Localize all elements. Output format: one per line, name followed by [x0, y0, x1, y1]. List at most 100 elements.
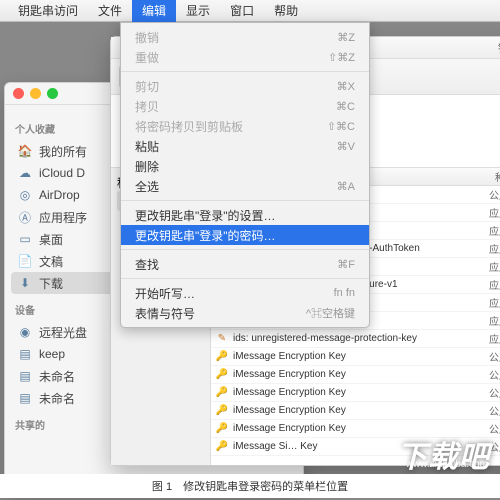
item-name: iMessage Encryption Key	[233, 387, 489, 398]
home-icon: 🏠	[17, 143, 33, 159]
minimize-icon[interactable]	[30, 88, 41, 99]
menu-item[interactable]: 全选 ⌘A	[121, 176, 369, 196]
item-name: iMessage Encryption Key	[233, 351, 489, 362]
menu-钥匙串访问[interactable]: 钥匙串访问	[8, 0, 88, 22]
cloud-icon: ☁	[17, 165, 33, 181]
list-row[interactable]: 🔑 iMessage Encryption Key公用	[211, 348, 500, 366]
menu-item[interactable]: 开始听写…fn fn	[121, 283, 369, 303]
item-kind: 公用	[489, 385, 500, 400]
menu-shortcut: ⌘A	[337, 180, 355, 193]
menu-item[interactable]: 更改钥匙串"登录"的密码…	[121, 225, 369, 245]
menu-item[interactable]: 查找 ⌘F	[121, 254, 369, 274]
sidebar-item-label: 文稿	[39, 253, 63, 270]
item-kind: 应用	[489, 205, 500, 220]
menu-编辑[interactable]: 编辑	[132, 0, 176, 22]
close-icon[interactable]	[13, 88, 24, 99]
item-kind: 应用	[489, 241, 500, 256]
disc-icon: ◉	[17, 324, 33, 340]
key-icon: 🔑	[215, 422, 229, 436]
item-kind: 公用	[489, 187, 500, 202]
menu-shortcut: ⌘Z	[337, 31, 355, 44]
list-row[interactable]: 🔑iMessage Encryption Key公用	[211, 366, 500, 384]
item-name: ids: unregistered-message-protection-key	[233, 333, 489, 344]
menu-separator	[121, 278, 369, 279]
menu-窗口[interactable]: 窗口	[220, 0, 264, 22]
menu-item-label: 撤销	[135, 29, 159, 46]
key-icon: 🔑	[215, 386, 229, 400]
menu-shortcut: ⌘X	[337, 80, 355, 93]
sidebar-item-label: 应用程序	[39, 209, 87, 226]
item-kind: 应用	[489, 295, 500, 310]
menu-shortcut: ⌘V	[337, 140, 355, 153]
down-icon: ⬇	[17, 275, 33, 291]
pencil-icon: ✎	[215, 332, 229, 346]
menu-item-label: 更改钥匙串"登录"的设置…	[135, 207, 276, 224]
menu-显示[interactable]: 显示	[176, 0, 220, 22]
sidebar-item-label: 桌面	[39, 231, 63, 248]
item-kind: 应用	[489, 313, 500, 328]
item-kind: 公用	[489, 421, 500, 436]
menu-shortcut: fn fn	[334, 287, 355, 299]
menu-item-label: 将密码拷贝到剪贴板	[135, 118, 243, 135]
menu-item: 将密码拷贝到剪贴板 ⇧⌘C	[121, 116, 369, 136]
key-icon: 🔑	[215, 440, 229, 454]
item-kind: 公用	[489, 349, 500, 364]
menu-separator	[121, 249, 369, 250]
col-kind[interactable]: 种类	[489, 169, 500, 184]
list-row[interactable]: 🔑 iMessage Encryption Key公用	[211, 384, 500, 402]
menu-item-label: 更改钥匙串"登录"的密码…	[135, 227, 276, 244]
menu-item-label: 重做	[135, 49, 159, 66]
item-kind: 公用	[489, 403, 500, 418]
docs-icon: 📄	[17, 253, 33, 269]
menu-shortcut: ⌘F	[337, 258, 355, 271]
menu-item-label: 全选	[135, 178, 159, 195]
menu-帮助[interactable]: 帮助	[264, 0, 308, 22]
drive-icon: ▤	[17, 346, 33, 362]
drive-icon: ▤	[17, 368, 33, 384]
menu-item-label: 剪切	[135, 78, 159, 95]
sidebar-item-label: 未命名	[39, 390, 75, 407]
menu-item[interactable]: 更改钥匙串"登录"的设置…	[121, 205, 369, 225]
menu-shortcut: ^⌘空格键	[306, 305, 355, 321]
list-row[interactable]: 🔑 iMessage Encryption Key公用	[211, 402, 500, 420]
menu-item-label: 表情与符号	[135, 305, 195, 322]
key-icon: 🔑	[215, 404, 229, 418]
menu-item: 剪切 ⌘X	[121, 76, 369, 96]
menu-item: 拷贝 ⌘C	[121, 96, 369, 116]
menu-item-label: 删除	[135, 158, 159, 175]
airdrop-icon: ◎	[17, 187, 33, 203]
item-kind: 应用	[489, 259, 500, 274]
menu-item: 重做 ⇧⌘Z	[121, 47, 369, 67]
key-icon: 🔑	[215, 350, 229, 364]
desktop-icon: ▭	[17, 231, 33, 247]
sidebar-item-label: 下载	[39, 275, 63, 292]
item-name: iMessage Encryption Key	[233, 369, 489, 380]
list-row[interactable]: ✎ ids: unregistered-message-protection-ke…	[211, 330, 500, 348]
edit-menu-dropdown: 撤销 ⌘Z 重做 ⇧⌘Z 剪切 ⌘X 拷贝 ⌘C 将密码拷贝到剪贴板 ⇧⌘C 粘贴 ⌘V 删除全选 ⌘A 更…	[120, 22, 370, 328]
sidebar-item-label: 我的所有	[39, 143, 87, 160]
menubar: 钥匙串访问文件编辑显示窗口帮助	[0, 0, 500, 22]
zoom-icon[interactable]	[47, 88, 58, 99]
menu-item-label: 拷贝	[135, 98, 159, 115]
item-kind: 应用	[489, 331, 500, 346]
menu-shortcut: ⌘C	[336, 100, 355, 113]
menu-shortcut: ⇧⌘Z	[328, 51, 355, 64]
key-icon: 🔑	[215, 368, 229, 382]
menu-文件[interactable]: 文件	[88, 0, 132, 22]
apps-icon: Ⓐ	[17, 209, 33, 225]
watermark-url: www.xiazaiba.com	[406, 459, 488, 470]
menu-item-label: 查找	[135, 256, 159, 273]
sidebar-item-label: 远程光盘	[39, 324, 87, 341]
menu-item[interactable]: 删除	[121, 156, 369, 176]
menu-separator	[121, 71, 369, 72]
item-kind: 应用	[489, 223, 500, 238]
menu-item[interactable]: 粘贴 ⌘V	[121, 136, 369, 156]
item-name: iMessage Encryption Key	[233, 405, 489, 416]
item-kind: 公用	[489, 439, 500, 454]
menu-shortcut: ⇧⌘C	[327, 120, 355, 133]
menu-item-label: 粘贴	[135, 138, 159, 155]
menu-item[interactable]: 表情与符号 ^⌘空格键	[121, 303, 369, 323]
sidebar-item-label: keep	[39, 347, 65, 361]
figure-caption: 图 1 修改钥匙串登录密码的菜单栏位置	[0, 474, 500, 498]
menu-item: 撤销 ⌘Z	[121, 27, 369, 47]
